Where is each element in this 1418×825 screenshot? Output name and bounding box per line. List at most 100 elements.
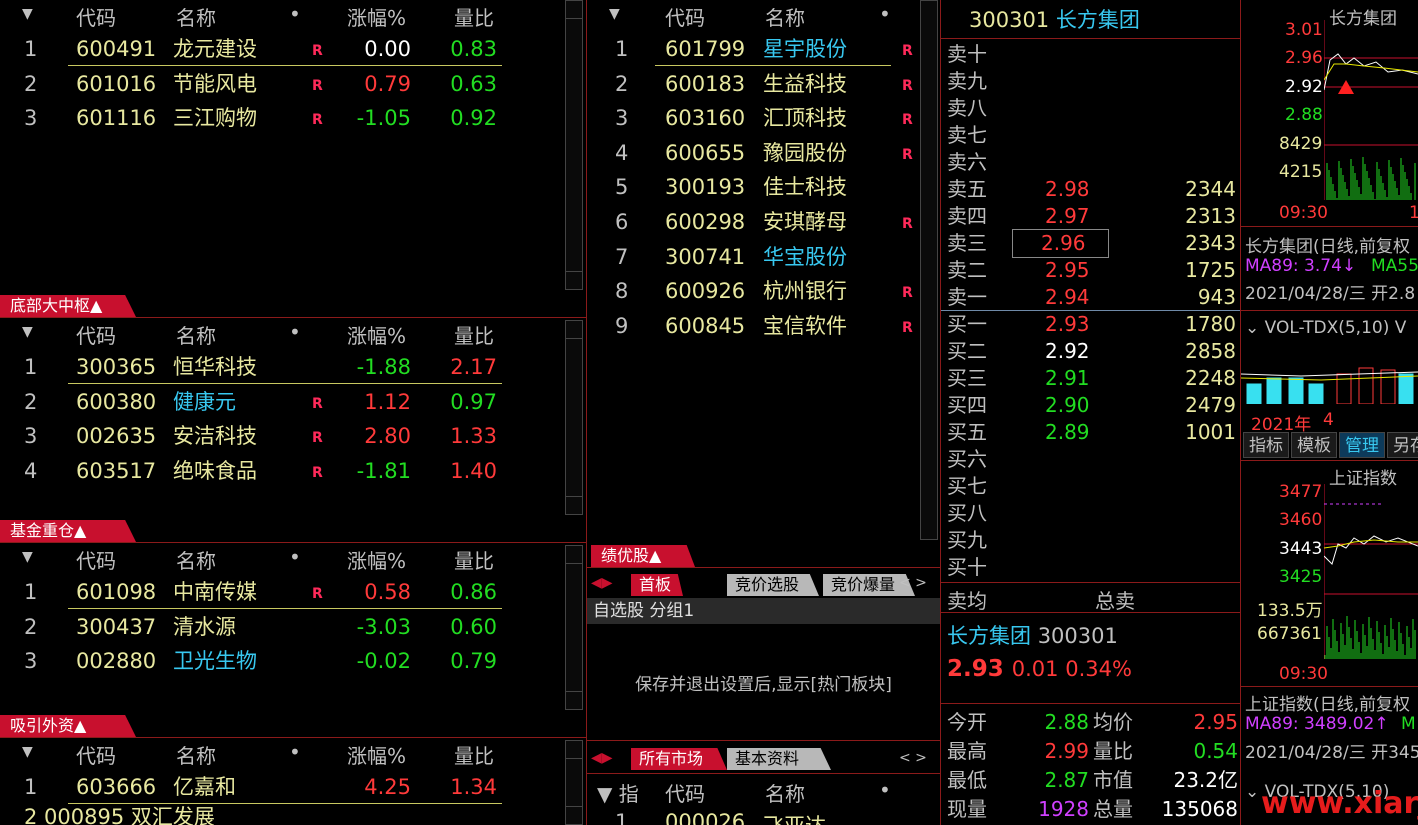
scrollbar[interactable] bbox=[565, 320, 583, 515]
stock-code[interactable]: 300741 bbox=[665, 240, 745, 274]
buy-level[interactable]: 买二 2.92 2858 bbox=[941, 338, 1240, 365]
tab-basic-info[interactable]: 基本资料 bbox=[727, 748, 831, 770]
col-header-volume-ratio[interactable]: 量比 bbox=[454, 320, 494, 349]
scrollbar[interactable] bbox=[565, 545, 583, 710]
col-header-index[interactable]: ▼ 指 bbox=[597, 778, 639, 807]
table-row[interactable]: 3 002880 卫光生物 -0.02 0.79 bbox=[0, 644, 560, 678]
table-row[interactable]: 4 603517 绝味食品 R -1.81 1.40 bbox=[0, 454, 560, 488]
panel-fund-holdings-title[interactable]: 基金重仓▲ bbox=[0, 520, 136, 542]
sell-level[interactable]: 卖三 2.96 2343 bbox=[941, 229, 1240, 258]
scrollbar[interactable] bbox=[565, 740, 583, 825]
sell-level[interactable]: 卖七 bbox=[941, 122, 1240, 149]
stock-code[interactable]: 300365 bbox=[76, 350, 156, 384]
sort-caret-icon[interactable]: ▼ bbox=[22, 6, 33, 22]
panel-quality-title[interactable]: 绩优股▲ bbox=[591, 545, 695, 567]
stock-code[interactable]: 600380 bbox=[76, 385, 156, 419]
stock-name[interactable]: 长方集团 bbox=[1056, 8, 1140, 32]
stock-code[interactable]: 601016 bbox=[76, 67, 156, 101]
col-header-code[interactable]: 代码 bbox=[665, 778, 705, 807]
stock-code[interactable]: 000026 bbox=[665, 810, 745, 825]
sort-caret-icon[interactable]: ▼ bbox=[22, 744, 33, 760]
table-row[interactable]: 2 300437 清水源 -3.03 0.60 bbox=[0, 610, 560, 644]
level-price[interactable]: 2.98 bbox=[1045, 176, 1090, 203]
sell-level[interactable]: 卖五 2.98 2344 bbox=[941, 176, 1240, 203]
stock-name[interactable]: 节能风电 bbox=[173, 67, 257, 101]
table-row[interactable]: 1 300365 恒华科技 -1.88 2.17 bbox=[0, 350, 560, 384]
stock-name[interactable]: 长方集团 bbox=[947, 624, 1038, 648]
buy-level[interactable]: 买一 2.93 1780 bbox=[941, 311, 1240, 338]
group-label[interactable]: 自选股 分组1 bbox=[587, 598, 940, 624]
prev-tab-arrow[interactable]: ◀▶ bbox=[591, 750, 613, 766]
stock-name[interactable]: 华宝股份 bbox=[763, 240, 847, 274]
stock-code[interactable]: 601098 bbox=[76, 575, 156, 609]
table-row[interactable]: 1 601098 中南传媒 R 0.58 0.86 bbox=[0, 575, 560, 609]
stock-name[interactable]: 三江购物 bbox=[173, 101, 257, 135]
stock-name[interactable]: 生益科技 bbox=[763, 67, 847, 101]
buy-level[interactable]: 买三 2.91 2248 bbox=[941, 365, 1240, 392]
stock-code[interactable]: 601116 bbox=[76, 101, 156, 135]
table-row[interactable]: 3 002635 安洁科技 R 2.80 1.33 bbox=[0, 419, 560, 453]
scroll-up-arrow[interactable] bbox=[566, 1, 582, 19]
col-header-name[interactable]: 名称 bbox=[176, 545, 216, 574]
stock-name[interactable]: 佳士科技 bbox=[763, 170, 847, 204]
stock-code[interactable]: 300193 bbox=[665, 170, 745, 204]
scroll-left-right-icon[interactable]: < > bbox=[899, 750, 927, 766]
tab-2[interactable]: 管理 bbox=[1339, 432, 1385, 458]
col-header-name[interactable]: 名称 bbox=[765, 778, 805, 807]
stock-title[interactable]: 300301 长方集团 bbox=[969, 4, 1140, 34]
level-price[interactable]: 2.96 bbox=[1012, 229, 1109, 258]
col-header-name[interactable]: 名称 bbox=[765, 2, 805, 31]
stock-code[interactable]: 603666 bbox=[76, 770, 156, 804]
stock-name[interactable]: 亿嘉和 bbox=[173, 770, 236, 804]
tab-3[interactable]: 另存 bbox=[1387, 432, 1418, 458]
col-header-volume-ratio[interactable]: 量比 bbox=[454, 545, 494, 574]
stock-code[interactable]: 603517 bbox=[76, 454, 156, 488]
stock-name[interactable]: 飞亚达 bbox=[763, 810, 826, 825]
stock-name[interactable]: 星宇股份 bbox=[763, 32, 847, 66]
sell-level[interactable]: 卖二 2.95 1725 bbox=[941, 257, 1240, 284]
level-price[interactable]: 2.91 bbox=[1045, 365, 1090, 392]
stock-code[interactable]: 600655 bbox=[665, 136, 745, 170]
stock-code[interactable]: 603160 bbox=[665, 101, 745, 135]
table-row[interactable]: 5 300193 佳士科技 bbox=[587, 170, 927, 204]
table-row[interactable]: 4 600655 豫园股份 R bbox=[587, 136, 927, 170]
table-row[interactable]: 9 600845 宝信软件 R bbox=[587, 309, 927, 343]
buy-level[interactable]: 买七 bbox=[941, 473, 1240, 500]
sell-level[interactable]: 卖四 2.97 2313 bbox=[941, 203, 1240, 230]
table-row[interactable]: 1 600491 龙元建设 R 0.00 0.83 bbox=[0, 32, 560, 66]
col-header-volume-ratio[interactable]: 量比 bbox=[454, 2, 494, 31]
stock-code[interactable]: 300301 bbox=[969, 8, 1056, 32]
stock-name[interactable]: 杭州银行 bbox=[763, 274, 847, 308]
stock-code[interactable]: 002635 bbox=[76, 419, 156, 453]
stock-code[interactable]: 600845 bbox=[665, 309, 745, 343]
sell-level[interactable]: 卖六 bbox=[941, 149, 1240, 176]
col-header-change[interactable]: 涨幅% bbox=[347, 545, 406, 574]
col-header-volume-ratio[interactable]: 量比 bbox=[454, 740, 494, 769]
level-price[interactable]: 2.90 bbox=[1045, 392, 1090, 419]
scroll-down-arrow[interactable] bbox=[566, 271, 582, 289]
stock-name[interactable]: 龙元建设 bbox=[173, 32, 257, 66]
tab-1[interactable]: 竞价选股 bbox=[727, 574, 819, 596]
scrollbar[interactable] bbox=[920, 0, 938, 540]
col-header-name[interactable]: 名称 bbox=[176, 320, 216, 349]
quote-name[interactable]: 长方集团 300301 bbox=[947, 620, 1118, 650]
col-header-name[interactable]: 名称 bbox=[176, 740, 216, 769]
buy-level[interactable]: 买九 bbox=[941, 527, 1240, 554]
prev-tab-arrow[interactable]: ◀▶ bbox=[591, 575, 613, 591]
scroll-left-right-icon[interactable]: < > bbox=[899, 575, 927, 591]
buy-level[interactable]: 买五 2.89 1001 bbox=[941, 419, 1240, 446]
table-row[interactable]: 3 603160 汇顶科技 R bbox=[587, 101, 927, 135]
level-price[interactable]: 2.89 bbox=[1045, 419, 1090, 446]
col-header-code[interactable]: 代码 bbox=[76, 740, 116, 769]
level-price[interactable]: 2.93 bbox=[1045, 311, 1090, 338]
stock-code[interactable]: 002880 bbox=[76, 644, 156, 678]
level-price[interactable]: 2.97 bbox=[1045, 203, 1090, 230]
scroll-down-arrow[interactable] bbox=[566, 806, 582, 824]
table-row-partial[interactable]: 2 000895 双汇发展 bbox=[0, 800, 560, 825]
scroll-up-arrow[interactable] bbox=[566, 321, 582, 339]
buy-level[interactable]: 买六 bbox=[941, 446, 1240, 473]
stock-code[interactable]: 601799 bbox=[665, 32, 745, 66]
tab-0[interactable]: 指标 bbox=[1243, 432, 1289, 458]
col-header-change[interactable]: 涨幅% bbox=[347, 2, 406, 31]
buy-level[interactable]: 买十 bbox=[941, 554, 1240, 581]
